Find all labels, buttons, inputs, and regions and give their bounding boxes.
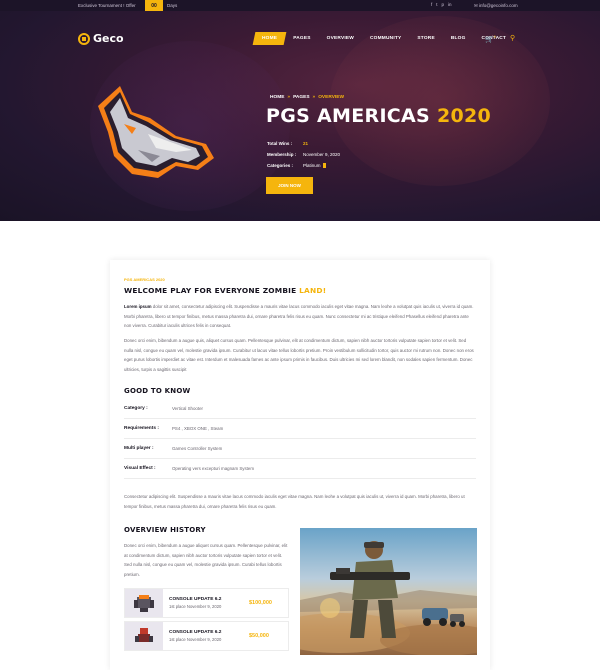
- pinterest-icon[interactable]: p: [442, 2, 445, 7]
- search-icon[interactable]: ⚲: [510, 34, 515, 42]
- nav-item-label: PAGES: [293, 36, 311, 41]
- breadcrumb: HOME » PAGES » OVERVIEW: [270, 95, 344, 100]
- section-kicker: PGS AMERICAS 2020: [124, 277, 165, 282]
- brand-logo[interactable]: Geco: [78, 32, 124, 45]
- twitter-icon[interactable]: t: [436, 2, 437, 7]
- nav-item-overview[interactable]: OVERVIEW: [319, 32, 362, 45]
- overview-history-heading: OVERVIEW HISTORY: [124, 526, 206, 534]
- meta-label: Membership :: [267, 152, 297, 157]
- cart-icon[interactable]: 🛒0: [485, 35, 496, 43]
- title-main: PGS AMERICAS: [266, 105, 431, 127]
- intro-rest: dolor sit amet, consectetur adipiscing e…: [124, 304, 474, 328]
- meta-value: November 9, 2020: [303, 152, 341, 157]
- nav-item-label: COMMUNITY: [370, 36, 402, 41]
- nav-item-label: STORE: [417, 36, 435, 41]
- meta-value: 21: [303, 141, 309, 146]
- title-year: 2020: [436, 105, 492, 127]
- intro-paragraph: Lorem ipsum dolor sit amet, consectetur …: [124, 302, 476, 331]
- history-item[interactable]: CONSOLE UPDATE 6.2 1st place November 9,…: [124, 588, 289, 618]
- spec-row-category: Category : Vertical Shooter: [124, 399, 476, 419]
- intro-bold: Lorem ipsum: [124, 304, 152, 309]
- history-thumbnail: [125, 589, 163, 617]
- email-text: info@gecoinfo.com: [479, 3, 518, 8]
- history-title: CONSOLE UPDATE 6.2: [169, 597, 222, 602]
- social-links: f t p in: [431, 2, 452, 7]
- history-prize: $100,000: [249, 600, 272, 606]
- platinum-badge-icon: [322, 163, 326, 168]
- content-card: PGS AMERICAS 2020 WELCOME PLAY FOR EVERY…: [110, 260, 490, 670]
- history-text: CONSOLE UPDATE 6.2 1st place November 9,…: [169, 630, 249, 642]
- days-counter: 00: [145, 0, 163, 11]
- game-screenshot-image: [300, 528, 477, 655]
- robot-thumbnail-icon: [135, 628, 153, 642]
- nav-item-pages[interactable]: PAGES: [285, 32, 318, 45]
- meta-row-membership: Membership : November 9, 2020: [267, 149, 340, 160]
- wolf-mascot-logo: [98, 86, 214, 178]
- breadcrumb-separator-icon: »: [287, 95, 291, 100]
- spec-label: Visual Effect :: [124, 466, 156, 471]
- nav-item-community[interactable]: COMMUNITY: [362, 32, 409, 45]
- page-title: PGS AMERICAS 2020: [266, 105, 491, 127]
- section-heading: WELCOME PLAY FOR EVERYONE ZOMBIE LAND!: [124, 286, 326, 295]
- spec-row-requirements: Requirements : PS4 , XBOX ONE , Steam: [124, 419, 476, 439]
- meta-label: Total Wins :: [267, 141, 293, 146]
- spec-label: Requirements :: [124, 426, 159, 431]
- top-bar: Exclusive Tournament ! Offer 00 Days f t…: [0, 0, 600, 11]
- history-item[interactable]: CONSOLE UPDATE 6.2 1st place November 9,…: [124, 621, 289, 651]
- meta-row-categories: Categories : Platinum: [267, 160, 340, 171]
- logo-mark-icon: [78, 32, 90, 45]
- history-date: 1st place November 9, 2020: [169, 604, 222, 609]
- history-paragraph: Donec orci enim, bibendum a augue alique…: [124, 543, 288, 577]
- robot-thumbnail-icon: [134, 595, 154, 612]
- history-thumbnail: [125, 622, 163, 650]
- breadcrumb-current: OVERVIEW: [318, 95, 344, 100]
- nav-item-blog[interactable]: BLOG: [443, 32, 474, 45]
- breadcrumb-home[interactable]: HOME: [270, 95, 284, 100]
- promo-text: Exclusive Tournament ! Offer: [78, 3, 136, 8]
- facebook-icon[interactable]: f: [431, 2, 432, 7]
- nav-item-store[interactable]: STORE: [409, 32, 442, 45]
- nav-item-label: HOME: [262, 36, 278, 41]
- spec-value: Games Controller System: [172, 446, 223, 451]
- spec-label: Multi player :: [124, 446, 154, 451]
- spec-value: Vertical Shooter: [172, 406, 203, 411]
- spec-row-multiplayer: Multi player : Games Controller System: [124, 439, 476, 459]
- brand-name: Geco: [93, 32, 124, 45]
- history-date: 1st place November 9, 2020: [169, 637, 222, 642]
- heading-main: WELCOME PLAY FOR EVERYONE ZOMBIE: [124, 286, 297, 295]
- email-link[interactable]: ✉ info@gecoinfo.com: [474, 3, 518, 9]
- meta-label: Categories :: [267, 163, 294, 168]
- body-paragraph: Donec orci enim, bibendum a augue quis, …: [124, 338, 474, 372]
- soldier-scene-illustration: [300, 541, 477, 655]
- history-title: CONSOLE UPDATE 6.2: [169, 630, 222, 635]
- history-prize: $50,000: [249, 633, 269, 639]
- cart-count: 0: [493, 35, 496, 39]
- hero-section: Geco HOME PAGES OVERVIEW COMMUNITY STORE…: [0, 11, 600, 221]
- nav-item-label: OVERVIEW: [326, 36, 355, 41]
- nav-item-label: BLOG: [450, 36, 466, 41]
- breadcrumb-separator-icon: »: [312, 95, 316, 100]
- nav-menu: HOME PAGES OVERVIEW COMMUNITY STORE BLOG…: [252, 32, 514, 45]
- spec-value: Operating vers excepturi magnam System: [172, 466, 254, 471]
- days-label: Days: [167, 3, 178, 8]
- good-to-know-heading: GOOD TO KNOW: [124, 387, 191, 395]
- linkedin-icon[interactable]: in: [448, 2, 452, 7]
- join-now-button[interactable]: JOIN NOW: [266, 177, 313, 194]
- meta-value: Platinum: [303, 163, 321, 168]
- body-paragraph-2: Consectetur adipiscing elit. Suspendisse…: [124, 494, 465, 509]
- nav-item-home[interactable]: HOME: [252, 32, 287, 45]
- main-navigation: Geco HOME PAGES OVERVIEW COMMUNITY STORE…: [70, 29, 530, 51]
- game-meta: Total Wins : 21 Membership : November 9,…: [267, 138, 340, 171]
- breadcrumb-pages[interactable]: PAGES: [293, 95, 309, 100]
- meta-row-wins: Total Wins : 21: [267, 138, 340, 149]
- heading-highlight: LAND!: [299, 286, 327, 295]
- spec-value: PS4 , XBOX ONE , Steam: [172, 426, 224, 431]
- history-text: CONSOLE UPDATE 6.2 1st place November 9,…: [169, 597, 249, 609]
- spec-label: Category :: [124, 406, 148, 411]
- spec-row-visual-effect: Visual Effect : Operating vers excepturi…: [124, 459, 476, 479]
